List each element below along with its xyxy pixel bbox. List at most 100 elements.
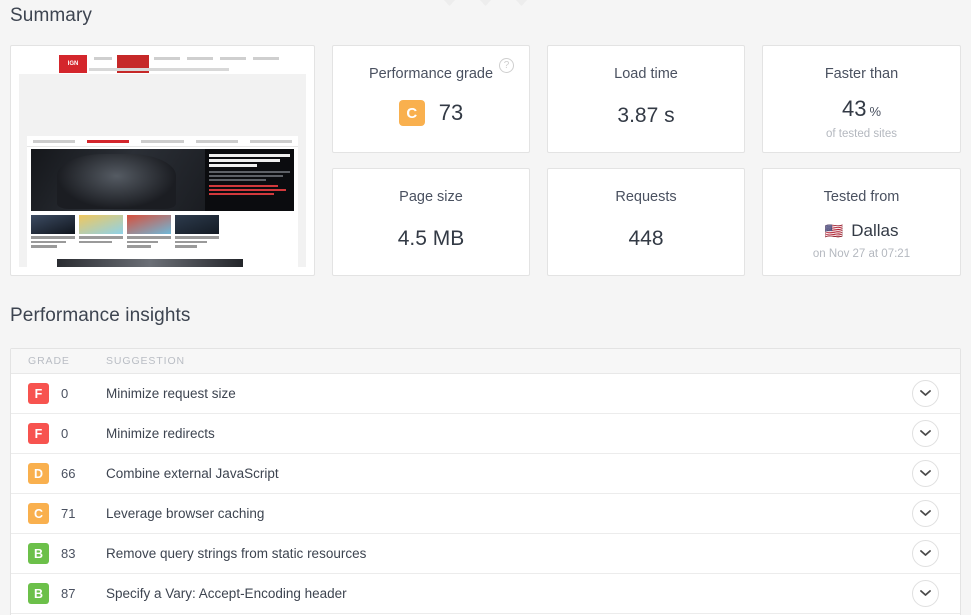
performance-grade-value-row: C 73 (333, 100, 529, 126)
chevron-down-icon (919, 470, 931, 476)
expand-row-button[interactable] (911, 380, 939, 407)
requests-label: Requests (615, 189, 677, 205)
expand-row-button[interactable] (911, 500, 939, 527)
load-time-card: Load time 3.87 s (547, 45, 745, 153)
suggestion-text: Remove query strings from static resourc… (106, 546, 367, 561)
article-title-lines (127, 236, 171, 248)
performance-grade-label-row: Performance grade ? (333, 58, 529, 82)
article-title-lines (175, 236, 219, 248)
ign-logo: IGN (59, 55, 87, 73)
percent-unit: % (869, 104, 882, 119)
table-row[interactable]: D 66 Combine external JavaScript (11, 454, 960, 494)
chevron-down-icon (919, 590, 931, 596)
grade-score: 71 (61, 506, 76, 521)
expand-cell (890, 460, 960, 487)
nav-text-block (154, 57, 180, 60)
faster-than-value-row: 43% (763, 96, 960, 122)
grade-badge: D (28, 463, 49, 484)
article-thumb (79, 215, 123, 234)
tested-from-city: Dallas (851, 221, 899, 240)
site-tab (249, 140, 293, 143)
grade-badge: C (398, 100, 425, 126)
site-footer-banner (57, 259, 243, 267)
nav-text-block (253, 57, 279, 60)
article-thumb (31, 215, 75, 234)
hero-body-line (208, 175, 284, 177)
website-screenshot: IGN (19, 54, 306, 267)
suggestion-text: Minimize redirects (106, 426, 215, 441)
article-card (175, 215, 219, 251)
help-icon[interactable]: ? (499, 58, 515, 73)
expand-row-button[interactable] (911, 540, 939, 567)
hero-text-panel (204, 149, 294, 211)
column-header-suggestion: SUGGESTION (106, 355, 186, 367)
arrow-nub (438, 0, 461, 6)
hero-character (57, 153, 176, 209)
article-title-lines (31, 236, 75, 248)
expand-cell (890, 500, 960, 527)
table-row[interactable]: F 0 Minimize request size (11, 374, 960, 414)
faster-than-percent: 43 (841, 96, 867, 121)
article-title-lines (79, 236, 123, 243)
site-tab (195, 140, 238, 143)
page-size-card: Page size 4.5 MB (332, 168, 530, 276)
expand-cell (890, 580, 960, 607)
table-row[interactable]: C 71 Leverage browser caching (11, 494, 960, 534)
site-tab-active (87, 140, 130, 143)
requests-value: 448 (628, 227, 664, 250)
nav-text-block (220, 57, 246, 60)
expand-row-button[interactable] (911, 460, 939, 487)
tested-from-location-row: 🇺🇸 Dallas (763, 221, 960, 241)
nav-secondary-row (89, 68, 229, 71)
grade-score: 0 (61, 426, 69, 441)
nav-text-block (94, 57, 112, 60)
chevron-down-icon (919, 430, 931, 436)
pingdom-speed-test-results: Summary IGN Performance grade ? C 73 Loa… (0, 0, 971, 615)
article-card (79, 215, 123, 251)
suggestion-text: Combine external JavaScript (106, 466, 279, 481)
performance-insights-table: GRADE SUGGESTION F 0 Minimize request si… (10, 348, 961, 615)
tested-from-card: Tested from 🇺🇸 Dallas on Nov 27 at 07:21 (762, 168, 961, 276)
table-row[interactable]: B 83 Remove query strings from static re… (11, 534, 960, 574)
website-thumbnail-card[interactable]: IGN (10, 45, 315, 276)
faster-than-subtext: of tested sites (826, 128, 897, 140)
load-time-value: 3.87 s (617, 104, 675, 127)
chevron-down-icon (919, 550, 931, 556)
table-header-row: GRADE SUGGESTION (11, 349, 960, 374)
hero-link-line (208, 185, 278, 187)
performance-grade-score: 73 (438, 100, 464, 125)
hero-link-line (208, 189, 286, 191)
faster-than-label: Faster than (824, 66, 899, 82)
grade-badge: C (28, 503, 49, 524)
performance-grade-label: Performance grade (368, 66, 494, 82)
grade-cell: B 83 (11, 543, 106, 564)
hero-body-line (208, 171, 290, 173)
grade-cell: F 0 (11, 423, 106, 444)
tested-from-label: Tested from (823, 189, 900, 205)
table-row[interactable]: B 87 Specify a Vary: Accept-Encoding hea… (11, 574, 960, 614)
insights-section-title: Performance insights (10, 305, 191, 326)
chevron-down-icon (919, 510, 931, 516)
us-flag-icon: 🇺🇸 (824, 222, 844, 240)
grade-badge: B (28, 543, 49, 564)
expand-cell (890, 420, 960, 447)
table-row[interactable]: F 0 Minimize redirects (11, 414, 960, 454)
site-content-area (27, 136, 298, 267)
article-card (31, 215, 75, 251)
site-hero-image (31, 149, 294, 211)
site-tab (33, 140, 76, 143)
grade-score: 0 (61, 386, 69, 401)
summary-section-title: Summary (10, 5, 92, 26)
site-tab (141, 140, 184, 143)
page-size-label: Page size (399, 189, 463, 205)
faster-than-card: Faster than 43% of tested sites (762, 45, 961, 153)
expand-row-button[interactable] (911, 420, 939, 447)
expand-row-button[interactable] (911, 580, 939, 607)
hero-body-line (208, 179, 266, 181)
top-cutoff-arrows (0, 0, 971, 6)
grade-score: 66 (61, 466, 76, 481)
grade-cell: D 66 (11, 463, 106, 484)
article-card (127, 215, 171, 251)
expand-cell (890, 380, 960, 407)
suggestion-text: Specify a Vary: Accept-Encoding header (106, 586, 347, 601)
